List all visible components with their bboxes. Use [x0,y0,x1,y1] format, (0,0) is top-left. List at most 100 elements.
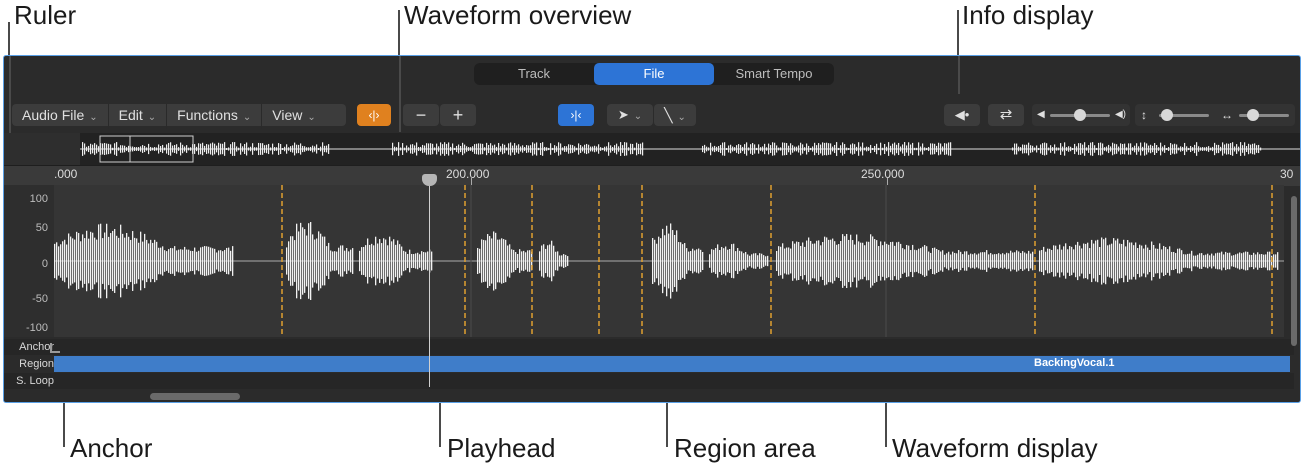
y-label: 50 [35,222,48,234]
vertical-zoom-knob[interactable] [1161,109,1173,121]
waveform-overview[interactable] [4,133,1300,165]
waveform-sample [836,244,838,278]
waveform-sample [136,238,138,284]
overview-sample [1212,146,1214,152]
overview-sample [926,147,928,151]
tab-track[interactable]: Track [474,63,594,85]
waveform-sample [1087,242,1089,280]
menu-edit[interactable]: Edit ⌄ [109,104,168,129]
overview-sample [766,147,768,151]
waveform-sample [286,247,288,275]
horizontal-zoom-knob[interactable] [1247,109,1259,121]
overview-sample [252,143,254,155]
menu-audio-file[interactable]: Audio File ⌄ [12,104,109,129]
waveform-sample [76,231,78,291]
tempo-marker-icon: ›|‹ [570,108,582,122]
waveform-sample [425,252,427,270]
waveform-sample [326,246,328,276]
menu-view[interactable]: View ⌄ [262,104,325,129]
waveform-display[interactable] [54,185,1284,337]
overview-sample [468,147,470,151]
overview-sample [308,147,310,151]
waveform-sample [194,247,196,275]
overview-sample [1186,146,1188,152]
waveform-sample [477,248,479,274]
minus-icon: − [415,105,427,125]
waveform-sample [64,239,66,283]
overview-sample [558,142,560,156]
waveform-sample [1143,248,1145,274]
overview-sample [1146,143,1148,155]
overview-sample [1144,142,1146,156]
tab-smart-tempo[interactable]: Smart Tempo [714,63,834,85]
waveform-sample [152,242,154,280]
waveform-sample [298,231,300,291]
overview-sample [736,145,738,153]
preview-button[interactable]: ◀• [944,104,980,126]
zoom-out-button[interactable]: − [403,104,439,126]
waveform-sample [320,233,322,289]
waveform-sample [218,250,220,272]
overview-sample [1182,146,1184,152]
waveform-sample [1039,250,1041,272]
vertical-scrollbar[interactable] [1291,196,1297,346]
loop-button[interactable]: ⇄ [988,104,1024,126]
waveform-sample [794,243,796,279]
waveform-sample [501,238,503,284]
region-area[interactable]: BackingVocal.1 [54,356,1290,372]
overview-sample [538,147,540,151]
playhead[interactable] [429,174,430,387]
waveform-sample [1245,251,1247,271]
waveform-sample [830,239,832,283]
overview-sample [480,143,482,155]
waveform-sample [1169,246,1171,276]
overview-sample [476,143,478,155]
overview-sample [500,146,502,152]
waveform-sample [1217,252,1219,270]
overview-sample [728,145,730,153]
tempo-marker-button[interactable]: ›|‹ [558,104,594,126]
overview-sample [838,147,840,151]
pencil-tool-menu[interactable]: ╲ ⌄ [654,104,696,126]
waveform-sample [884,241,886,281]
waveform-sample [1229,252,1231,270]
waveform-sample [503,239,505,283]
waveform-sample [1053,245,1055,277]
anchor-marker[interactable] [50,343,60,353]
waveform-sample [1133,245,1135,277]
waveform-sample [192,251,194,271]
waveform-sample [381,243,383,279]
volume-slider-knob[interactable] [1074,109,1086,121]
waveform-sample [371,243,373,279]
overview-sample [1020,147,1022,151]
overview-sample [628,147,630,151]
waveform-sample [942,250,944,272]
menu-functions[interactable]: Functions ⌄ [167,104,263,129]
zoom-in-button[interactable]: + [440,104,476,126]
loop-icon: ⇄ [999,106,1013,123]
waveform-sample [890,242,892,280]
waveform-sample [1014,252,1016,270]
waveform-sample [128,236,130,286]
waveform-sample [421,251,423,271]
waveform-sample [658,236,660,286]
chevron-down-icon: ⌄ [242,112,252,123]
overview-sample [868,147,870,151]
waveform-sample [924,245,926,277]
waveform-zoom-button[interactable]: ‹|› [357,104,391,126]
overview-sample [442,144,444,154]
waveform-sample [878,246,880,276]
overview-sample [618,146,620,152]
waveform-sample [350,249,352,273]
overview-sample [466,146,468,152]
waveform-sample [810,240,812,282]
waveform-sample [920,248,922,274]
horizontal-scrollbar[interactable] [150,393,240,400]
waveform-sample [527,250,529,272]
waveform-sample [150,239,152,283]
tab-file[interactable]: File [594,63,714,85]
pointer-tool-menu[interactable]: ➤ ⌄ [607,104,653,126]
waveform-sample [711,249,713,273]
ruler[interactable]: .000 200.000 250.000 30 [4,165,1300,186]
overview-sample [824,142,826,156]
